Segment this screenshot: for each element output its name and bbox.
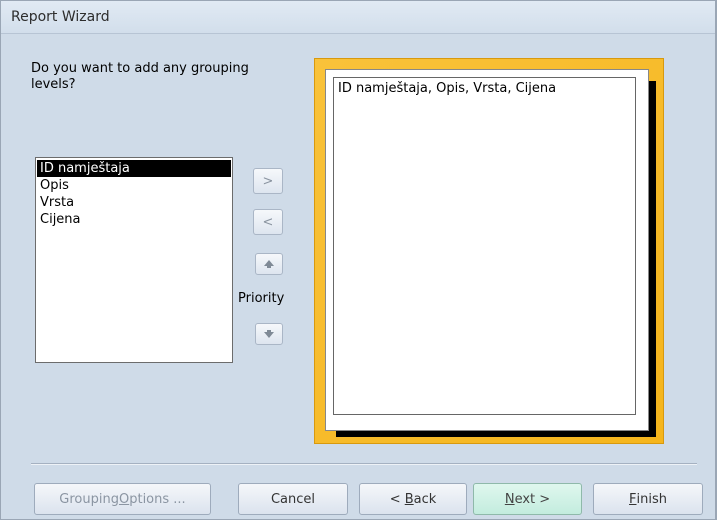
button-divider xyxy=(31,463,697,465)
window-title: Report Wizard xyxy=(11,9,110,25)
remove-grouping-label: < xyxy=(262,214,274,230)
grouping-options-button[interactable]: Grouping Options ... xyxy=(34,483,211,515)
grouping-options-suffix: ptions ... xyxy=(129,491,186,507)
finish-suffix: inish xyxy=(636,491,667,507)
priority-up-button[interactable] xyxy=(255,253,283,275)
field-item-id-namjestaja[interactable]: ID namještaja xyxy=(37,160,231,177)
finish-button[interactable]: Finish xyxy=(593,483,703,515)
add-grouping-label: > xyxy=(262,173,274,189)
grouping-options-prefix: Grouping xyxy=(59,491,119,507)
remove-grouping-button[interactable]: < xyxy=(253,209,283,235)
preview-group-box xyxy=(333,77,636,415)
cancel-label: Cancel xyxy=(270,491,316,507)
field-item-vrsta[interactable]: Vrsta xyxy=(37,194,231,211)
back-mnemonic: B xyxy=(404,491,414,507)
grouping-options-mnemonic: O xyxy=(118,491,130,507)
grouping-question: Do you want to add any grouping levels? xyxy=(31,61,249,92)
cancel-button[interactable]: Cancel xyxy=(238,483,348,515)
back-button[interactable]: < Back xyxy=(359,483,467,515)
next-suffix: ext > xyxy=(514,491,551,507)
next-mnemonic: N xyxy=(504,491,515,507)
priority-label: Priority xyxy=(238,291,285,306)
preview-fields-text: ID namještaja, Opis, Vrsta, Cijena xyxy=(338,81,557,96)
finish-mnemonic: F xyxy=(629,491,637,507)
add-grouping-button[interactable]: > xyxy=(253,168,283,194)
available-fields-list[interactable]: ID namještaja Opis Vrsta Cijena xyxy=(35,157,233,363)
next-button[interactable]: Next > xyxy=(473,483,582,515)
arrow-up-icon xyxy=(264,260,274,268)
back-suffix: ack xyxy=(413,491,437,507)
title-bar: Report Wizard xyxy=(1,1,715,34)
field-item-cijena[interactable]: Cijena xyxy=(37,211,231,228)
field-item-opis[interactable]: Opis xyxy=(37,177,231,194)
back-prefix: < xyxy=(389,491,405,507)
arrow-down-icon xyxy=(264,330,274,338)
report-wizard-dialog: Report Wizard Do you want to add any gro… xyxy=(0,0,717,520)
priority-down-button[interactable] xyxy=(255,323,283,345)
